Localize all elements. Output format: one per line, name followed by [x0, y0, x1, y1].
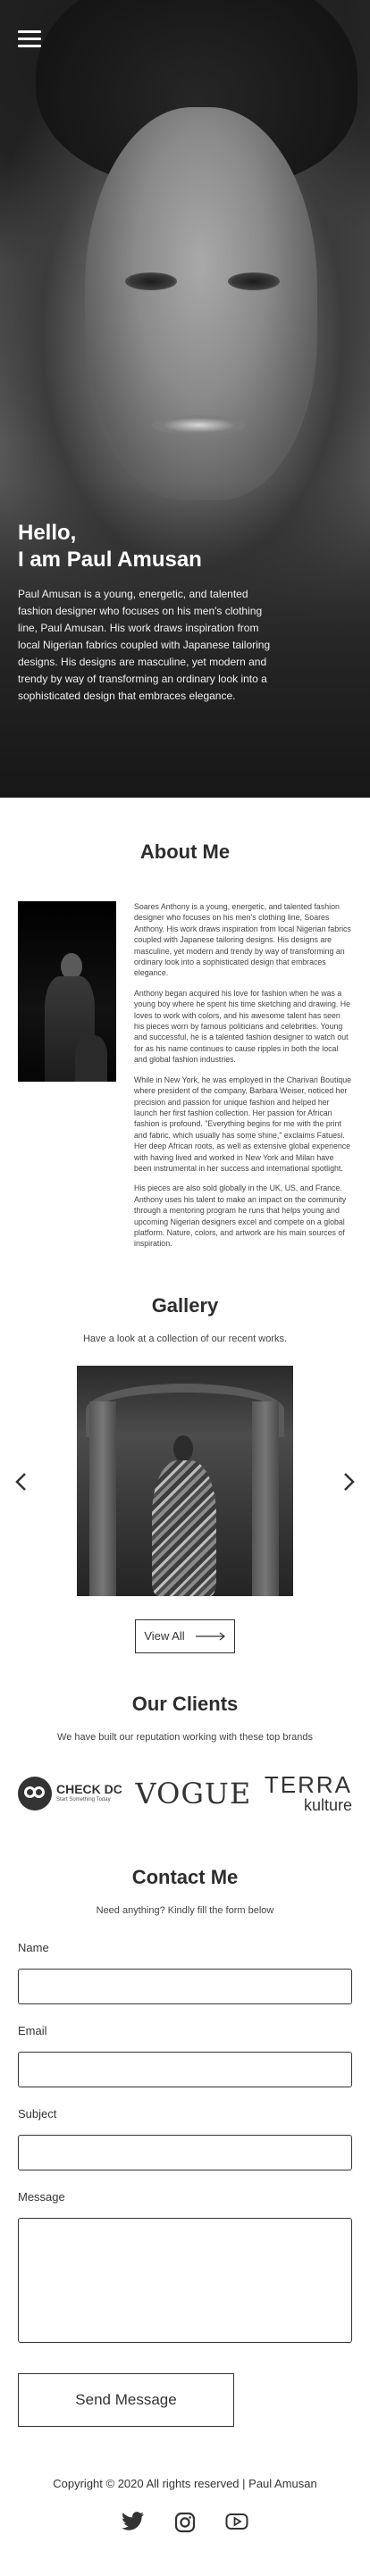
checkdc-logo: CHECK DC Start Something Today: [18, 1776, 122, 1811]
view-all-button[interactable]: View All: [135, 1618, 235, 1653]
checkdc-name: CHECK DC: [56, 1782, 122, 1797]
client-logos: CHECK DC Start Something Today VOGUE TER…: [0, 1773, 370, 1814]
about-paragraph: His pieces are also sold globally in the…: [134, 1183, 347, 1249]
email-label: Email: [18, 2023, 47, 2037]
subject-label: Subject: [18, 2106, 57, 2120]
about-title: About Me: [139, 841, 231, 863]
checkdc-tagline: Start Something Today: [56, 1797, 111, 1803]
footer: Copyright © 2020 All rights reserved | P…: [0, 2427, 370, 2532]
hero-title: Hello, I am Paul Amusan: [18, 520, 286, 573]
gallery-section: Gallery Have a look at a collection of o…: [0, 1259, 370, 1653]
youtube-icon[interactable]: [225, 2512, 248, 2531]
email-field[interactable]: [18, 2051, 352, 2087]
hero-description: Paul Amusan is a young, energetic, and t…: [18, 588, 271, 702]
about-photo: [18, 901, 116, 1082]
twitter-icon[interactable]: [122, 2511, 145, 2531]
terra-kulture-logo: TERRA kulture: [264, 1770, 352, 1814]
about-paragraph: While in New York, he was employed in th…: [134, 1075, 352, 1173]
hero-title-line1: Hello,: [18, 521, 77, 545]
contact-section: Contact Me Need anything? Kindly fill th…: [0, 1814, 370, 2427]
name-label: Name: [18, 1940, 49, 1954]
about-paragraph: Anthony began acquired his love for fash…: [134, 988, 351, 1065]
contact-form: Name Email Subject Message Send Message: [0, 1941, 370, 2427]
contact-title: Contact Me: [131, 1865, 239, 1888]
clients-title: Our Clients: [131, 1692, 239, 1715]
view-all-label: View All: [144, 1629, 185, 1643]
hero-section: Hello, I am Paul Amusan Paul Amusan is a…: [0, 0, 370, 798]
clients-section: Our Clients We have built our reputation…: [0, 1653, 370, 1814]
hero-title-line2: I am Paul Amusan: [18, 548, 202, 572]
copyright-text: Copyright © 2020 All rights reserved | P…: [53, 2476, 317, 2490]
about-section: About Me Soares Anthony is a young, ener…: [0, 798, 370, 1259]
subject-field[interactable]: [18, 2134, 352, 2170]
chevron-left-icon[interactable]: [13, 1471, 30, 1493]
about-paragraph: Soares Anthony is a young, energetic, an…: [134, 902, 351, 978]
gallery-title: Gallery: [151, 1293, 219, 1317]
hero-photo-eye-left: [125, 272, 177, 290]
vogue-logo: VOGUE: [135, 1776, 252, 1811]
clients-subtitle: We have built our reputation working wit…: [57, 1731, 313, 1743]
hero-photo-mouth: [152, 415, 246, 435]
hamburger-menu-icon[interactable]: [18, 30, 41, 48]
contact-subtitle: Need anything? Kindly fill the form belo…: [96, 1904, 274, 1916]
about-text: Soares Anthony is a young, energetic, an…: [134, 901, 352, 1259]
hero-text: Hello, I am Paul Amusan Paul Amusan is a…: [18, 520, 286, 705]
hero-photo: [85, 107, 317, 500]
gallery-subtitle: Have a look at a collection of our recen…: [82, 1333, 288, 1344]
name-field[interactable]: [18, 1968, 352, 2004]
instagram-icon[interactable]: [173, 2512, 197, 2532]
social-links: [0, 2511, 370, 2532]
hero-photo-eye-right: [228, 272, 280, 290]
message-label: Message: [18, 2189, 65, 2204]
send-message-button[interactable]: Send Message: [18, 2372, 234, 2427]
gallery-image[interactable]: [77, 1365, 293, 1596]
arrow-right-icon: [195, 1632, 225, 1641]
chevron-right-icon[interactable]: [340, 1471, 357, 1493]
message-field[interactable]: [18, 2217, 352, 2343]
